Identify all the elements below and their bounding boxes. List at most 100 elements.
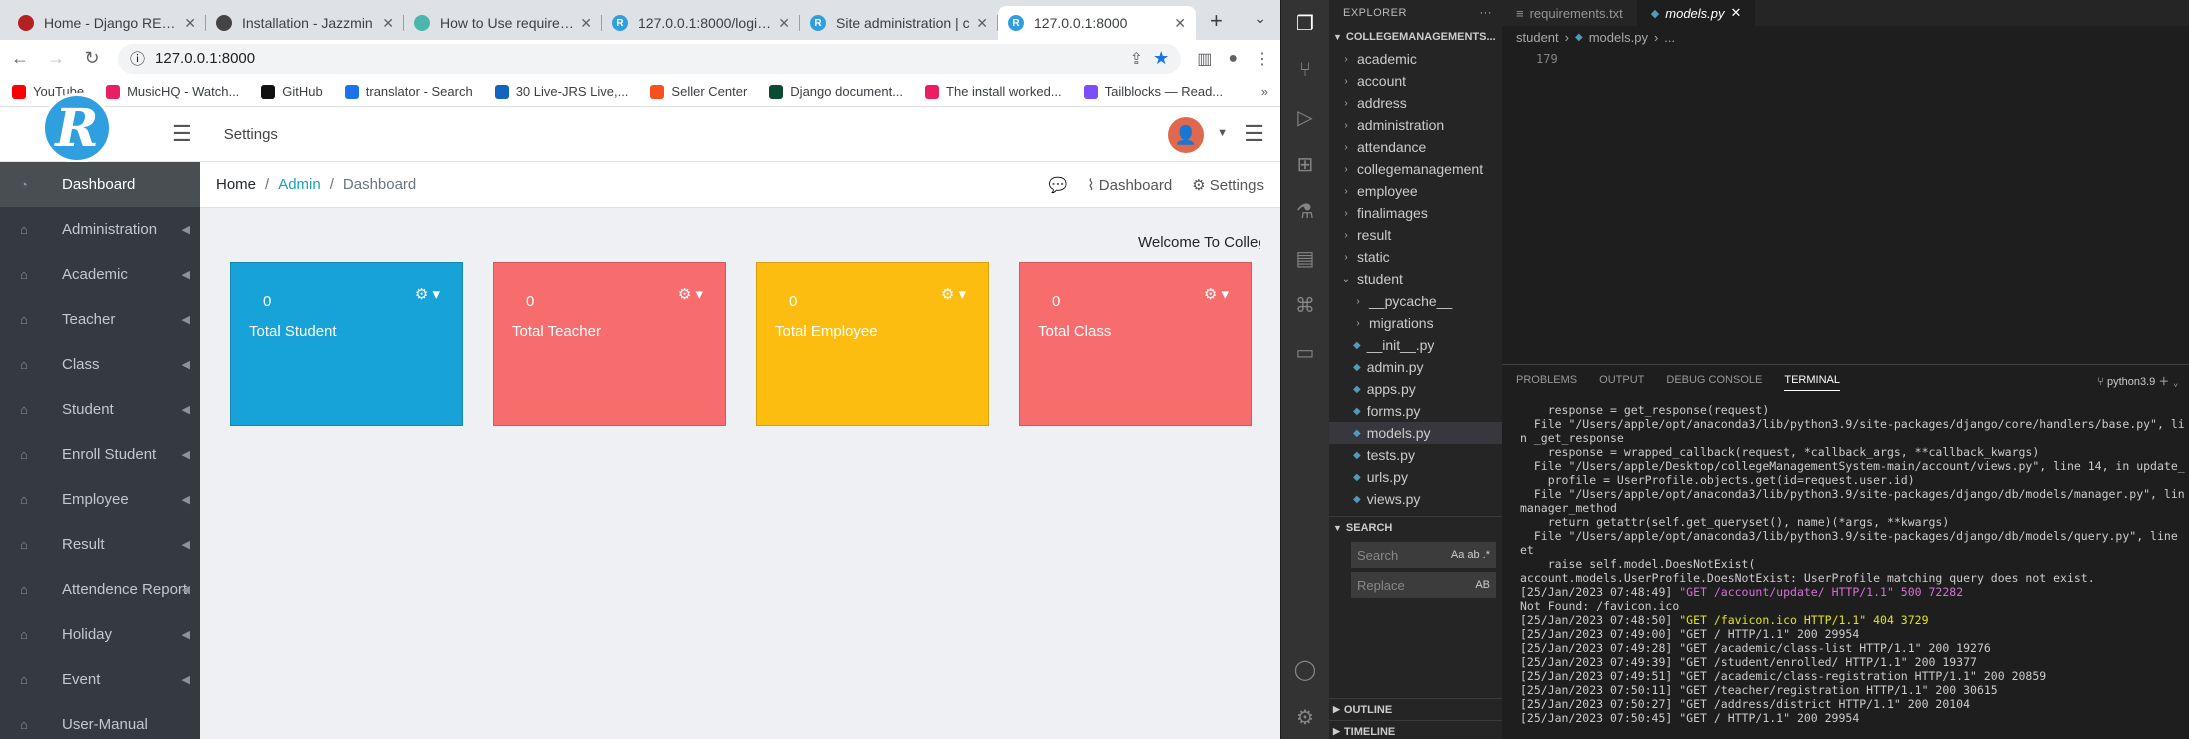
account-icon[interactable]: ◯ xyxy=(1281,646,1329,693)
python-icon[interactable]: ⌘ xyxy=(1281,282,1329,329)
tree-file[interactable]: ◆ admin.py xyxy=(1329,356,1502,378)
close-tab-icon[interactable]: ✕ xyxy=(778,15,790,32)
panel-tab-output[interactable]: OUTPUT xyxy=(1599,374,1644,386)
tree-folder[interactable]: › static xyxy=(1329,246,1502,268)
tree-file[interactable]: ◆ forms.py xyxy=(1329,400,1502,422)
dashboard-link[interactable]: ⌇ Dashboard xyxy=(1087,176,1172,194)
bookmark-item[interactable]: 30 Live-JRS Live,... xyxy=(494,84,628,99)
close-tab-icon[interactable]: ✕ xyxy=(382,15,394,32)
browser-tab[interactable]: Home - Django REST f ✕ xyxy=(8,6,206,40)
bookmark-item[interactable]: Seller Center xyxy=(650,84,747,99)
settings-link[interactable]: ⚙ Settings xyxy=(1192,176,1264,194)
run-debug-icon[interactable]: ▷ xyxy=(1281,94,1329,141)
panel-tab-debug-console[interactable]: DEBUG CONSOLE xyxy=(1666,374,1762,386)
terminal-output[interactable]: response = get_response(request) File "/… xyxy=(1502,395,2189,725)
stat-card-teacher[interactable]: ⚙ ▾ 0 Total Teacher xyxy=(493,262,726,426)
search-section[interactable]: ▼ SEARCH xyxy=(1329,516,1502,538)
panel-tab-problems[interactable]: PROBLEMS xyxy=(1516,374,1577,386)
sidebar-item-attendence-report[interactable]: ⌂ Attendence Report ◀ xyxy=(0,567,200,612)
source-control-icon[interactable]: ⑂ xyxy=(1281,47,1329,94)
top-settings-link[interactable]: Settings xyxy=(224,126,278,143)
tree-file[interactable]: ◆ apps.py xyxy=(1329,378,1502,400)
tree-folder[interactable]: › account xyxy=(1329,70,1502,92)
profile-icon[interactable]: ● xyxy=(1228,50,1238,68)
browser-tab[interactable]: R Site administration | c ✕ xyxy=(800,6,998,40)
testing-icon[interactable]: ⚗ xyxy=(1281,188,1329,235)
bookmark-item[interactable]: Django document... xyxy=(769,84,903,99)
gear-icon[interactable]: ⚙ ▾ xyxy=(415,285,440,303)
tree-file[interactable]: ◆ urls.py xyxy=(1329,466,1502,488)
reload-icon[interactable]: ↻ xyxy=(82,48,102,69)
sidebar-item-administration[interactable]: ⌂ Administration ◀ xyxy=(0,207,200,252)
sidebar-item-event[interactable]: ⌂ Event ◀ xyxy=(0,657,200,702)
more-actions-icon[interactable]: ··· xyxy=(1480,7,1493,19)
bookmark-item[interactable]: MusicHQ - Watch... xyxy=(106,84,239,99)
sidepanel-icon[interactable]: ▥ xyxy=(1197,49,1212,69)
tree-folder[interactable]: › __pycache__ xyxy=(1329,290,1502,312)
stat-card-student[interactable]: ⚙ ▾ 0 Total Student xyxy=(230,262,463,426)
bookmark-item[interactable]: The install worked... xyxy=(925,84,1062,99)
explorer-icon[interactable]: ❐ xyxy=(1281,0,1329,47)
tree-folder[interactable]: › collegemanagement xyxy=(1329,158,1502,180)
timeline-section[interactable]: ▶ TIMELINE xyxy=(1329,720,1502,739)
search-options-icon[interactable]: Aa ab .* xyxy=(1451,549,1490,561)
breadcrumb-symbol[interactable]: ... xyxy=(1664,30,1675,45)
editor-tab[interactable]: ≡ requirements.txt xyxy=(1502,0,1637,26)
bookmark-item[interactable]: Tailblocks — Read... xyxy=(1083,84,1223,99)
sidebar-item-student[interactable]: ⌂ Student ◀ xyxy=(0,387,200,432)
tree-folder[interactable]: › address xyxy=(1329,92,1502,114)
tab-search-icon[interactable]: ⌄ xyxy=(1254,10,1266,27)
avatar[interactable]: 👤 xyxy=(1168,117,1204,153)
share-icon[interactable]: ⇪ xyxy=(1130,49,1143,69)
browser-tab[interactable]: Installation - Jazzmin ✕ xyxy=(206,6,404,40)
close-tab-icon[interactable]: ✕ xyxy=(580,15,592,32)
tree-folder[interactable]: › attendance xyxy=(1329,136,1502,158)
url-field[interactable]: ⓘ 127.0.0.1:8000 ⇪ ★ xyxy=(118,43,1182,74)
bookmark-item[interactable]: translator - Search xyxy=(344,84,473,99)
site-logo[interactable]: R xyxy=(42,93,112,163)
sidebar-item-academic[interactable]: ⌂ Academic ◀ xyxy=(0,252,200,297)
close-tab-icon[interactable]: ✕ xyxy=(1731,5,1742,21)
sidebar-item-employee[interactable]: ⌂ Employee ◀ xyxy=(0,477,200,522)
project-section[interactable]: ▼ COLLEGEMANAGEMENTS... xyxy=(1329,26,1502,48)
tree-folder[interactable]: › finalimages xyxy=(1329,202,1502,224)
breadcrumb-admin[interactable]: Admin xyxy=(278,176,321,193)
gear-icon[interactable]: ⚙ ▾ xyxy=(678,285,703,303)
tree-folder[interactable]: › academic xyxy=(1329,48,1502,70)
gear-icon[interactable]: ⚙ ▾ xyxy=(1204,285,1229,303)
sidebar-item-dashboard[interactable]: ◔ Dashboard xyxy=(0,162,200,207)
close-tab-icon[interactable]: ✕ xyxy=(1174,15,1186,32)
terminal-selector[interactable]: ⑂ python3.9 ＋ ⌄ xyxy=(2097,373,2179,389)
control-sidebar-icon[interactable]: ☰ xyxy=(1244,121,1264,147)
outline-section[interactable]: ▶ OUTLINE xyxy=(1329,698,1502,720)
chevron-down-icon[interactable]: ▼ xyxy=(1217,127,1228,139)
browser-tab[interactable]: How to Use requireme ✕ xyxy=(404,6,602,40)
preserve-case-icon[interactable]: AB xyxy=(1475,579,1490,591)
stat-card-employee[interactable]: ⚙ ▾ 0 Total Employee xyxy=(756,262,989,426)
tree-folder-open[interactable]: ⌄ student xyxy=(1329,268,1502,290)
sidebar-item-class[interactable]: ⌂ Class ◀ xyxy=(0,342,200,387)
tree-folder[interactable]: › employee xyxy=(1329,180,1502,202)
tree-file[interactable]: ◆ tests.py xyxy=(1329,444,1502,466)
tree-folder[interactable]: › migrations xyxy=(1329,312,1502,334)
manage-gear-icon[interactable]: ⚙ xyxy=(1281,694,1329,739)
book-icon[interactable]: ▭ xyxy=(1281,329,1329,376)
sidebar-item-teacher[interactable]: ⌂ Teacher ◀ xyxy=(0,297,200,342)
sidebar-toggle-icon[interactable]: ☰ xyxy=(172,121,192,147)
panel-tab-terminal[interactable]: TERMINAL xyxy=(1784,374,1840,391)
tree-file[interactable]: ◆ views.py xyxy=(1329,488,1502,510)
bookmark-item[interactable]: GitHub xyxy=(261,84,323,99)
info-icon[interactable]: ⓘ xyxy=(130,48,145,69)
sidebar-item-result[interactable]: ⌂ Result ◀ xyxy=(0,522,200,567)
close-tab-icon[interactable]: ✕ xyxy=(976,15,988,32)
sidebar-item-user-manual[interactable]: ⌂ User-Manual xyxy=(0,702,200,739)
tree-file-selected[interactable]: ◆ models.py xyxy=(1329,422,1502,444)
sidebar-item-enroll-student[interactable]: ⌂ Enroll Student ◀ xyxy=(0,432,200,477)
breadcrumb-home[interactable]: Home xyxy=(216,176,256,193)
tree-file[interactable]: ◆ __init__.py xyxy=(1329,334,1502,356)
stat-card-class[interactable]: ⚙ ▾ 0 Total Class xyxy=(1019,262,1252,426)
gear-icon[interactable]: ⚙ ▾ xyxy=(941,285,966,303)
browser-tab[interactable]: R 127.0.0.1:8000/login? ✕ xyxy=(602,6,800,40)
extensions-icon[interactable]: ⊞ xyxy=(1281,141,1329,188)
editor-tab-active[interactable]: ◆ models.py ✕ xyxy=(1636,0,1756,26)
